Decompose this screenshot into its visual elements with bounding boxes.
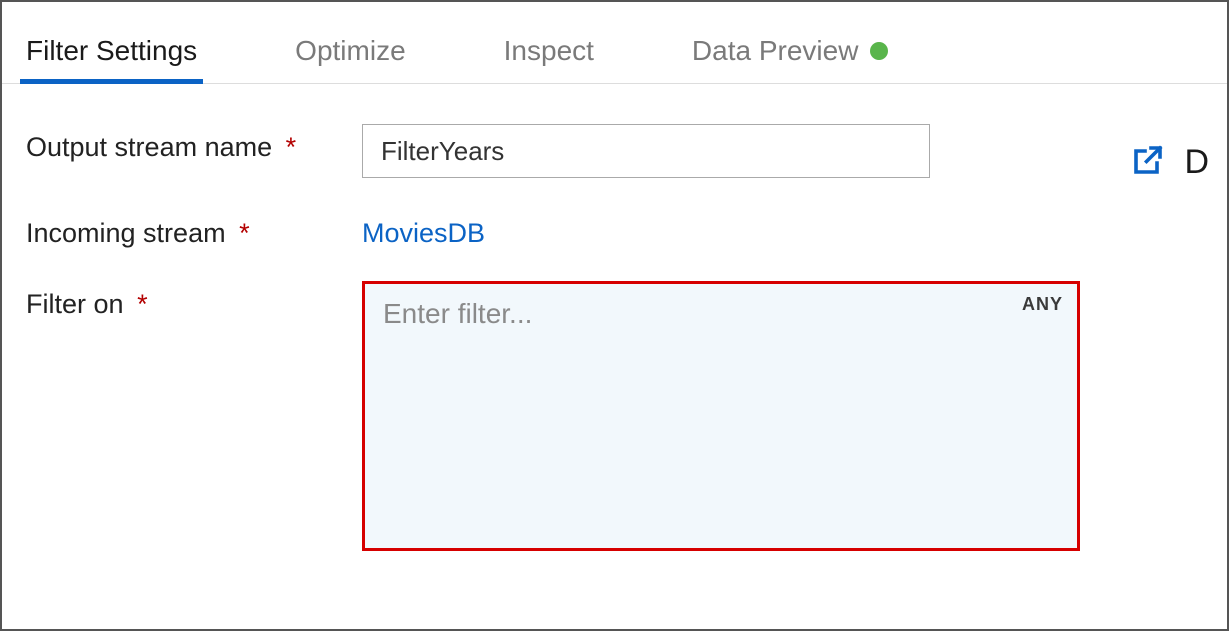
truncated-label: D xyxy=(1184,143,1209,182)
filter-expression-input[interactable]: Enter filter... ANY xyxy=(362,281,1080,551)
label-filter-on: Filter on * xyxy=(26,281,362,320)
filter-placeholder-text: Enter filter... xyxy=(383,298,532,329)
row-output-stream-name: Output stream name * xyxy=(26,124,1203,178)
tab-bar: Filter Settings Optimize Inspect Data Pr… xyxy=(2,2,1227,84)
filter-settings-panel: Filter Settings Optimize Inspect Data Pr… xyxy=(0,0,1229,631)
label-text: Output stream name xyxy=(26,132,272,162)
required-marker: * xyxy=(286,132,297,162)
output-stream-name-input[interactable] xyxy=(362,124,930,178)
open-external-icon[interactable] xyxy=(1130,142,1166,183)
row-filter-on: Filter on * Enter filter... ANY xyxy=(26,281,1203,551)
tab-filter-settings[interactable]: Filter Settings xyxy=(22,15,201,83)
tab-optimize[interactable]: Optimize xyxy=(291,15,409,83)
incoming-stream-link[interactable]: MoviesDB xyxy=(362,210,485,249)
right-side-actions: D xyxy=(1130,142,1209,183)
tab-data-preview[interactable]: Data Preview xyxy=(688,15,893,83)
filter-type-badge: ANY xyxy=(1022,294,1063,315)
label-incoming-stream: Incoming stream * xyxy=(26,210,362,249)
label-text: Incoming stream xyxy=(26,218,226,248)
label-output-stream-name: Output stream name * xyxy=(26,124,362,163)
row-incoming-stream: Incoming stream * MoviesDB xyxy=(26,210,1203,249)
label-text: Filter on xyxy=(26,289,124,319)
status-dot-icon xyxy=(870,42,888,60)
required-marker: * xyxy=(239,218,250,248)
required-marker: * xyxy=(137,289,148,319)
tab-label: Filter Settings xyxy=(26,35,197,67)
tab-inspect[interactable]: Inspect xyxy=(500,15,598,83)
tab-label: Data Preview xyxy=(692,35,859,67)
tab-label: Inspect xyxy=(504,35,594,67)
form-area: Output stream name * Incoming stream * M… xyxy=(2,84,1227,551)
tab-label: Optimize xyxy=(295,35,405,67)
